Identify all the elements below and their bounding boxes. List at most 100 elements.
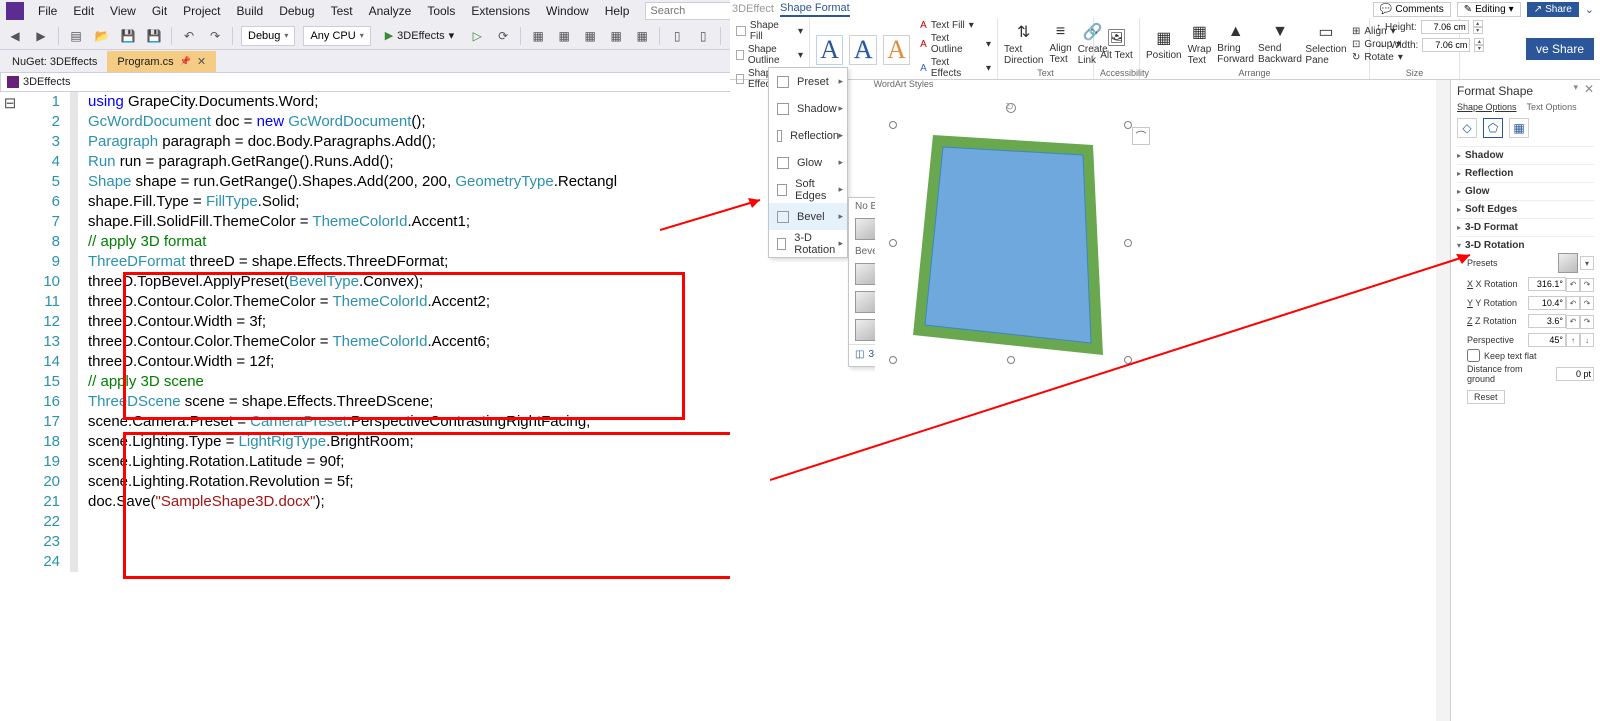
menu-extensions[interactable]: Extensions — [463, 2, 538, 20]
tab-nuget[interactable]: NuGet: 3DEffects — [2, 51, 107, 72]
align-text-button[interactable]: ≡Align Text — [1049, 23, 1071, 65]
nav-fwd-icon[interactable]: ▶ — [32, 27, 50, 45]
menu-test[interactable]: Test — [323, 2, 361, 20]
shape-3d[interactable] — [893, 125, 1128, 360]
tb-icon[interactable]: ▦ — [581, 27, 599, 45]
send-back-button[interactable]: ▼Send Backward — [1260, 23, 1300, 65]
y-rotation-input[interactable] — [1528, 296, 1566, 310]
tb-icon[interactable]: ▦ — [529, 27, 547, 45]
z-rotation-input[interactable] — [1528, 314, 1566, 328]
tab-program-cs[interactable]: Program.cs 📌 ✕ — [107, 51, 216, 72]
shape-format-tab[interactable]: Shape Format — [780, 2, 850, 17]
start-noDebug-icon[interactable]: ▷ — [468, 27, 486, 45]
bevel-option[interactable] — [855, 319, 877, 341]
text-effects-button[interactable]: AText Effects ▾ — [920, 57, 991, 79]
distance-input[interactable] — [1556, 367, 1594, 381]
fx-shadow[interactable]: Shadow▸ — [769, 95, 847, 122]
platform-combo[interactable]: Any CPU▾ — [303, 26, 370, 46]
rotation-preset[interactable] — [1558, 253, 1578, 273]
layout-options-icon[interactable]: ⌒ — [1132, 127, 1150, 145]
fill-line-icon[interactable]: ◇ — [1457, 118, 1477, 138]
menu-window[interactable]: Window — [538, 2, 597, 20]
save-icon[interactable]: 💾 — [119, 27, 137, 45]
menu-tools[interactable]: Tools — [419, 2, 463, 20]
section-toggle[interactable]: ▸Glow — [1457, 186, 1594, 197]
menu-build[interactable]: Build — [229, 2, 272, 20]
bevel-option[interactable] — [855, 263, 877, 285]
wordart-style-1[interactable]: A — [816, 35, 843, 65]
menu-analyze[interactable]: Analyze — [361, 2, 420, 20]
rotate-handle[interactable] — [1006, 103, 1016, 113]
ribbon-collapse-icon[interactable]: ⌄ — [1585, 3, 1594, 16]
wordart-style-2[interactable]: A — [849, 35, 876, 65]
shape-options-tab[interactable]: Shape Options — [1457, 102, 1517, 112]
open-file-icon[interactable]: 📂 — [93, 27, 111, 45]
vertical-scrollbar[interactable] — [1436, 80, 1450, 721]
comments-button[interactable]: 💬 Comments — [1373, 2, 1451, 17]
fx-preset[interactable]: Preset▸ — [769, 68, 847, 95]
tb-icon[interactable]: ▦ — [633, 27, 651, 45]
menu-debug[interactable]: Debug — [271, 2, 322, 20]
fx-reflection[interactable]: Reflection▸ — [769, 122, 847, 149]
outline-toggle[interactable]: ⊟ — [0, 92, 20, 572]
perspective-input[interactable] — [1528, 333, 1566, 347]
menu-file[interactable]: File — [30, 2, 65, 20]
selection-pane-button[interactable]: ▭Selection Pane — [1306, 22, 1346, 66]
save-all-icon[interactable]: 💾 — [145, 27, 163, 45]
editing-button[interactable]: ✎ Editing ▾ — [1457, 2, 1521, 17]
section-toggle[interactable]: ▸Shadow — [1457, 150, 1594, 161]
menu-view[interactable]: View — [102, 2, 144, 20]
text-options-tab[interactable]: Text Options — [1527, 102, 1577, 112]
text-fill-button[interactable]: AText Fill ▾ — [920, 20, 991, 31]
share-button[interactable]: ↗ Share — [1527, 2, 1579, 17]
wrap-button[interactable]: ▦Wrap Text — [1188, 22, 1212, 66]
effects-icon[interactable]: ⬠ — [1483, 118, 1503, 138]
tb-icon[interactable]: ▦ — [555, 27, 573, 45]
shape-outline-button[interactable]: Shape Outline ▾ — [736, 44, 803, 66]
document-canvas[interactable]: ⌒ — [875, 90, 1375, 721]
text-direction-button[interactable]: ⇅Text Direction — [1004, 22, 1043, 66]
no-bevel-option[interactable] — [855, 218, 877, 240]
menu-git[interactable]: Git — [144, 2, 175, 20]
close-icon[interactable]: ✕ — [1584, 82, 1594, 96]
pin-icon[interactable]: 📌 — [180, 56, 191, 67]
rotate-left-icon[interactable]: ↶ — [1566, 278, 1580, 292]
tb-icon[interactable]: ▯ — [668, 27, 686, 45]
size-props-icon[interactable]: ▦ — [1509, 118, 1529, 138]
text-outline-button[interactable]: AText Outline ▾ — [920, 33, 991, 55]
alt-text-button[interactable]: 🖼Alt Text — [1100, 28, 1133, 61]
step-icon[interactable]: ⟳ — [494, 27, 512, 45]
chevron-down-icon[interactable]: ▾ — [1580, 256, 1594, 270]
shape-fill-button[interactable]: Shape Fill ▾ — [736, 20, 803, 42]
menu-project[interactable]: Project — [175, 2, 228, 20]
bring-fwd-button[interactable]: ▲Bring Forward — [1217, 23, 1254, 65]
section-toggle[interactable]: ▸Reflection — [1457, 168, 1594, 179]
keep-text-flat-checkbox[interactable] — [1467, 349, 1480, 362]
nav-back-icon[interactable]: ◀ — [6, 27, 24, 45]
section-toggle[interactable]: ▸3-D Format — [1457, 222, 1594, 233]
start-button[interactable]: ▶3DEffects▾ — [379, 29, 461, 42]
tb-icon[interactable]: ▦ — [607, 27, 625, 45]
config-combo[interactable]: Debug▾ — [241, 26, 295, 46]
close-icon[interactable]: ✕ — [197, 55, 206, 68]
shape-selection[interactable]: ⌒ — [893, 125, 1128, 360]
undo-icon[interactable]: ↶ — [180, 27, 198, 45]
pane-menu-icon[interactable]: ▾ — [1573, 82, 1578, 93]
x-rotation-input[interactable] — [1528, 277, 1566, 291]
fx-soft-edges[interactable]: Soft Edges▸ — [769, 176, 847, 203]
section-toggle[interactable]: ▸Soft Edges — [1457, 204, 1594, 215]
menu-edit[interactable]: Edit — [65, 2, 102, 20]
fx-glow[interactable]: Glow▸ — [769, 149, 847, 176]
fx--d-rotation[interactable]: 3-D Rotation▸ — [769, 230, 847, 257]
bevel-option[interactable] — [855, 291, 877, 313]
tb-icon[interactable]: ▯ — [694, 27, 712, 45]
fx-bevel[interactable]: Bevel▸ — [769, 203, 847, 230]
new-file-icon[interactable]: ▤ — [67, 27, 85, 45]
redo-icon[interactable]: ↷ — [206, 27, 224, 45]
wordart-style-3[interactable]: A — [883, 35, 910, 65]
position-button[interactable]: ▦Position — [1146, 28, 1182, 61]
reset-button[interactable]: Reset — [1467, 390, 1505, 404]
share-big-button[interactable]: ve Share — [1526, 38, 1594, 60]
menu-help[interactable]: Help — [597, 2, 638, 20]
rotate-right-icon[interactable]: ↷ — [1580, 278, 1594, 292]
